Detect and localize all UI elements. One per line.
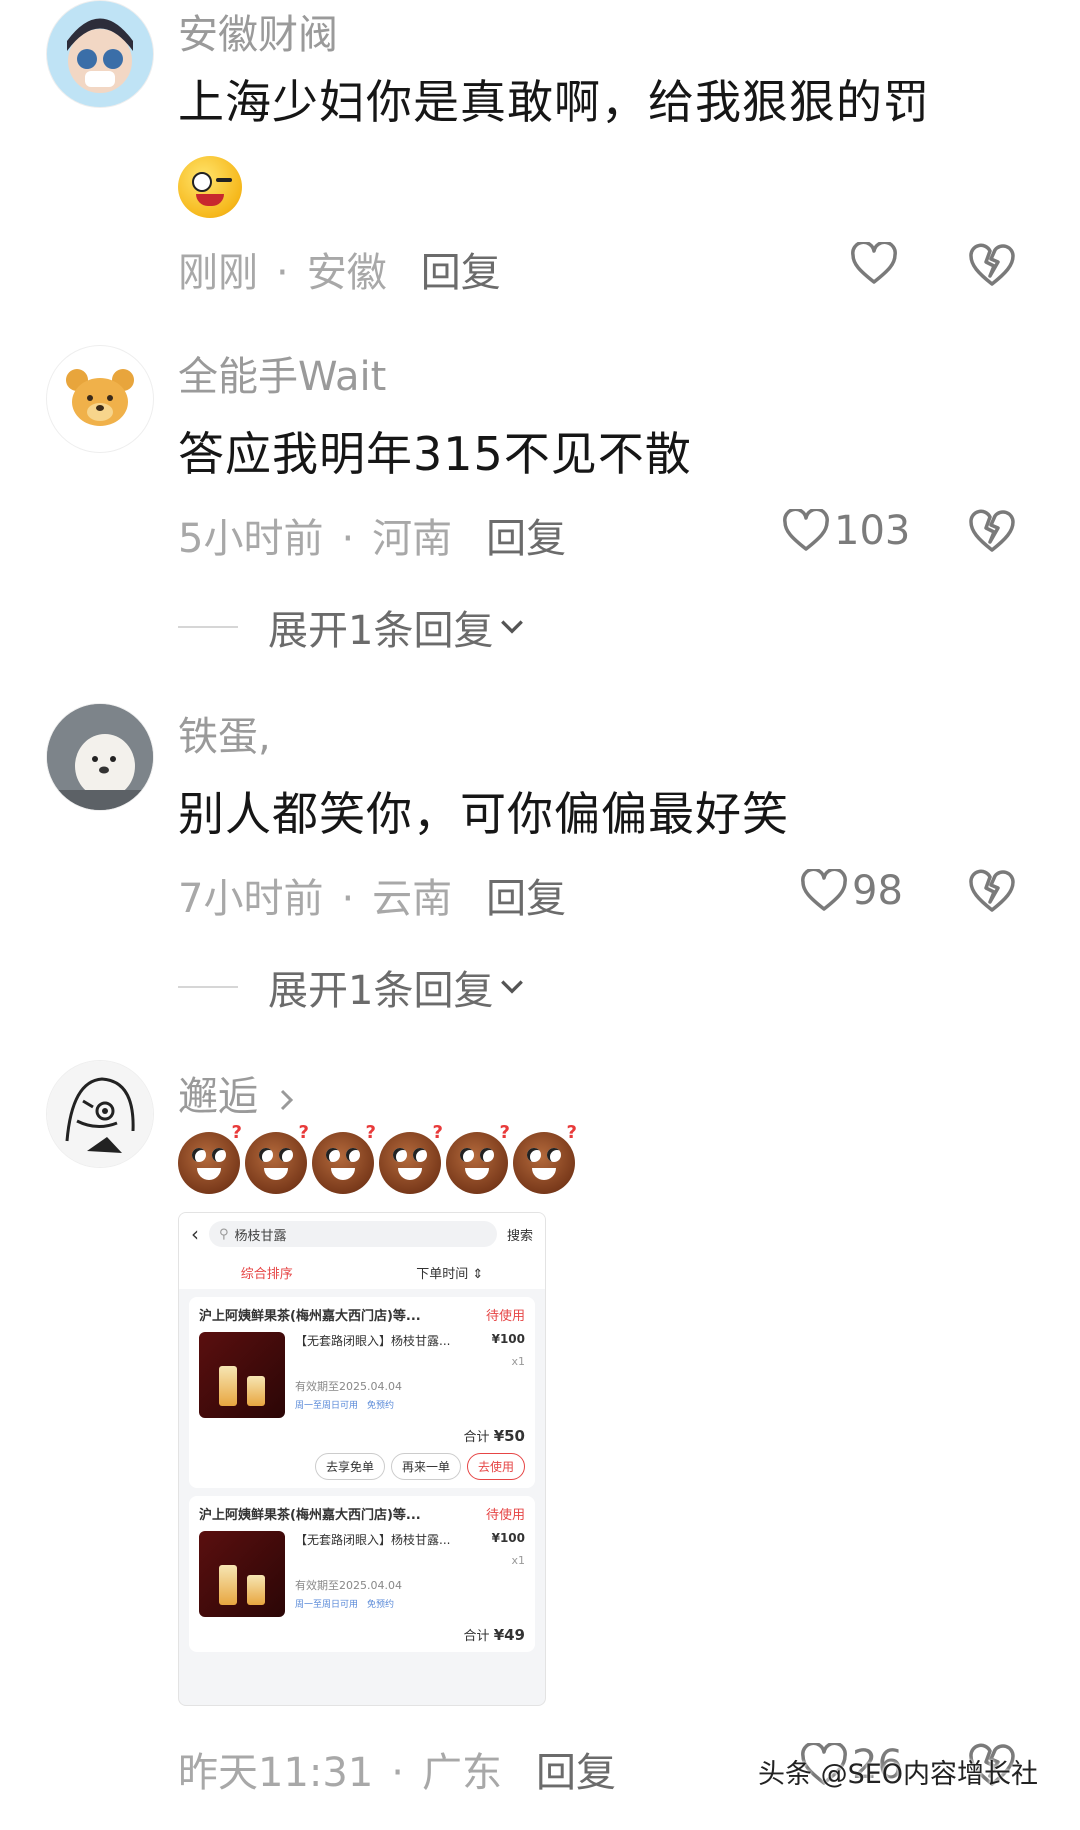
bun-emoji: ? [379,1122,443,1194]
reply-button[interactable]: 回复 [486,516,566,562]
comment-location: 河南 [372,516,453,562]
comment-meta: 7小时前 · 云南 回复 [178,876,567,922]
avatar[interactable] [46,1060,154,1168]
emoji-row: ?????? [178,1122,580,1198]
reply-button[interactable]: 回复 [421,250,501,296]
divider [178,626,238,628]
like-button[interactable] [850,242,898,286]
like-button[interactable]: 103 [782,508,910,554]
chevron-right-icon [280,1089,293,1111]
screenshot-sort-bar: 综合排序 下单时间 ⇕ [179,1255,545,1289]
username[interactable]: 邂逅 [178,1064,295,1122]
product-thumbnail [199,1332,285,1418]
comment-text: 别人都笑你，可你偏偏最好笑 [178,787,789,841]
comment-time: 刚刚 [178,250,258,296]
comment-meta: 刚刚 · 安徽 回复 [178,250,501,296]
heart-icon [783,509,829,551]
bun-emoji: ? [178,1122,242,1194]
comment-text: 答应我明年315不见不散 [178,427,692,481]
avatar[interactable] [46,0,154,108]
chevron-down-icon [501,980,524,994]
screenshot-search-field: ⚲ 杨枝甘露 [209,1221,497,1247]
expand-replies-button[interactable]: 展开1条回复 [178,958,525,1016]
broken-heart-icon[interactable] [968,242,1016,288]
comment-meta: 昨天11:31 · 广东 回复 [178,1750,616,1796]
like-button[interactable]: 98 [800,868,903,914]
expand-replies-button[interactable]: 展开1条回复 [178,598,525,656]
comment-location: 云南 [372,876,453,922]
broken-heart-icon[interactable] [968,868,1016,914]
wink-emoji [178,156,242,218]
order-card: 沪上阿姨鲜果茶(梅州嘉大西门店)等... 待使用 【无套路闭眼入】杨枝甘露... ¥… [189,1496,535,1652]
divider [178,986,238,988]
comment-meta: 5小时前 · 河南 回复 [178,516,567,562]
bun-emoji: ? [245,1122,309,1194]
like-count: 103 [834,508,911,554]
bun-emoji: ? [446,1122,510,1194]
product-thumbnail [199,1531,285,1617]
reply-button[interactable]: 回复 [536,1750,616,1796]
heart-icon [801,869,847,911]
username[interactable]: 安徽财阀 [178,2,338,60]
search-icon: ⚲ [219,1226,229,1242]
avatar[interactable] [46,345,154,453]
like-count: 98 [852,868,903,914]
comment-time: 昨天11:31 [178,1750,374,1796]
comment-text: 上海少妇你是真敢啊，给我狠狠的罚 [178,75,930,129]
comment-time: 7小时前 [178,876,324,922]
chevron-down-icon [501,620,524,634]
order-card: 沪上阿姨鲜果茶(梅州嘉大西门店)等... 待使用 【无套路闭眼入】杨枝甘露... ¥… [189,1297,535,1488]
heart-icon [851,242,897,284]
avatar[interactable] [46,703,154,811]
broken-heart-icon[interactable] [968,508,1016,554]
username[interactable]: 铁蛋, [178,704,271,762]
bun-emoji: ? [513,1122,577,1194]
reply-button[interactable]: 回复 [486,876,566,922]
order-screenshot-image[interactable]: ‹ ⚲ 杨枝甘露 搜索 综合排序 下单时间 ⇕ 沪上阿姨鲜果茶(梅州嘉大西门店)… [178,1212,546,1706]
watermark: 头条 @SEO内容增长社 [758,1759,1039,1790]
username[interactable]: 全能手Wait [178,344,386,402]
comment-time: 5小时前 [178,516,324,562]
comment-location: 安徽 [306,250,387,296]
screenshot-search-bar: ‹ ⚲ 杨枝甘露 搜索 [179,1213,545,1255]
back-icon: ‹ [191,1222,199,1246]
comment-location: 广东 [422,1750,502,1796]
bun-emoji: ? [312,1122,376,1194]
